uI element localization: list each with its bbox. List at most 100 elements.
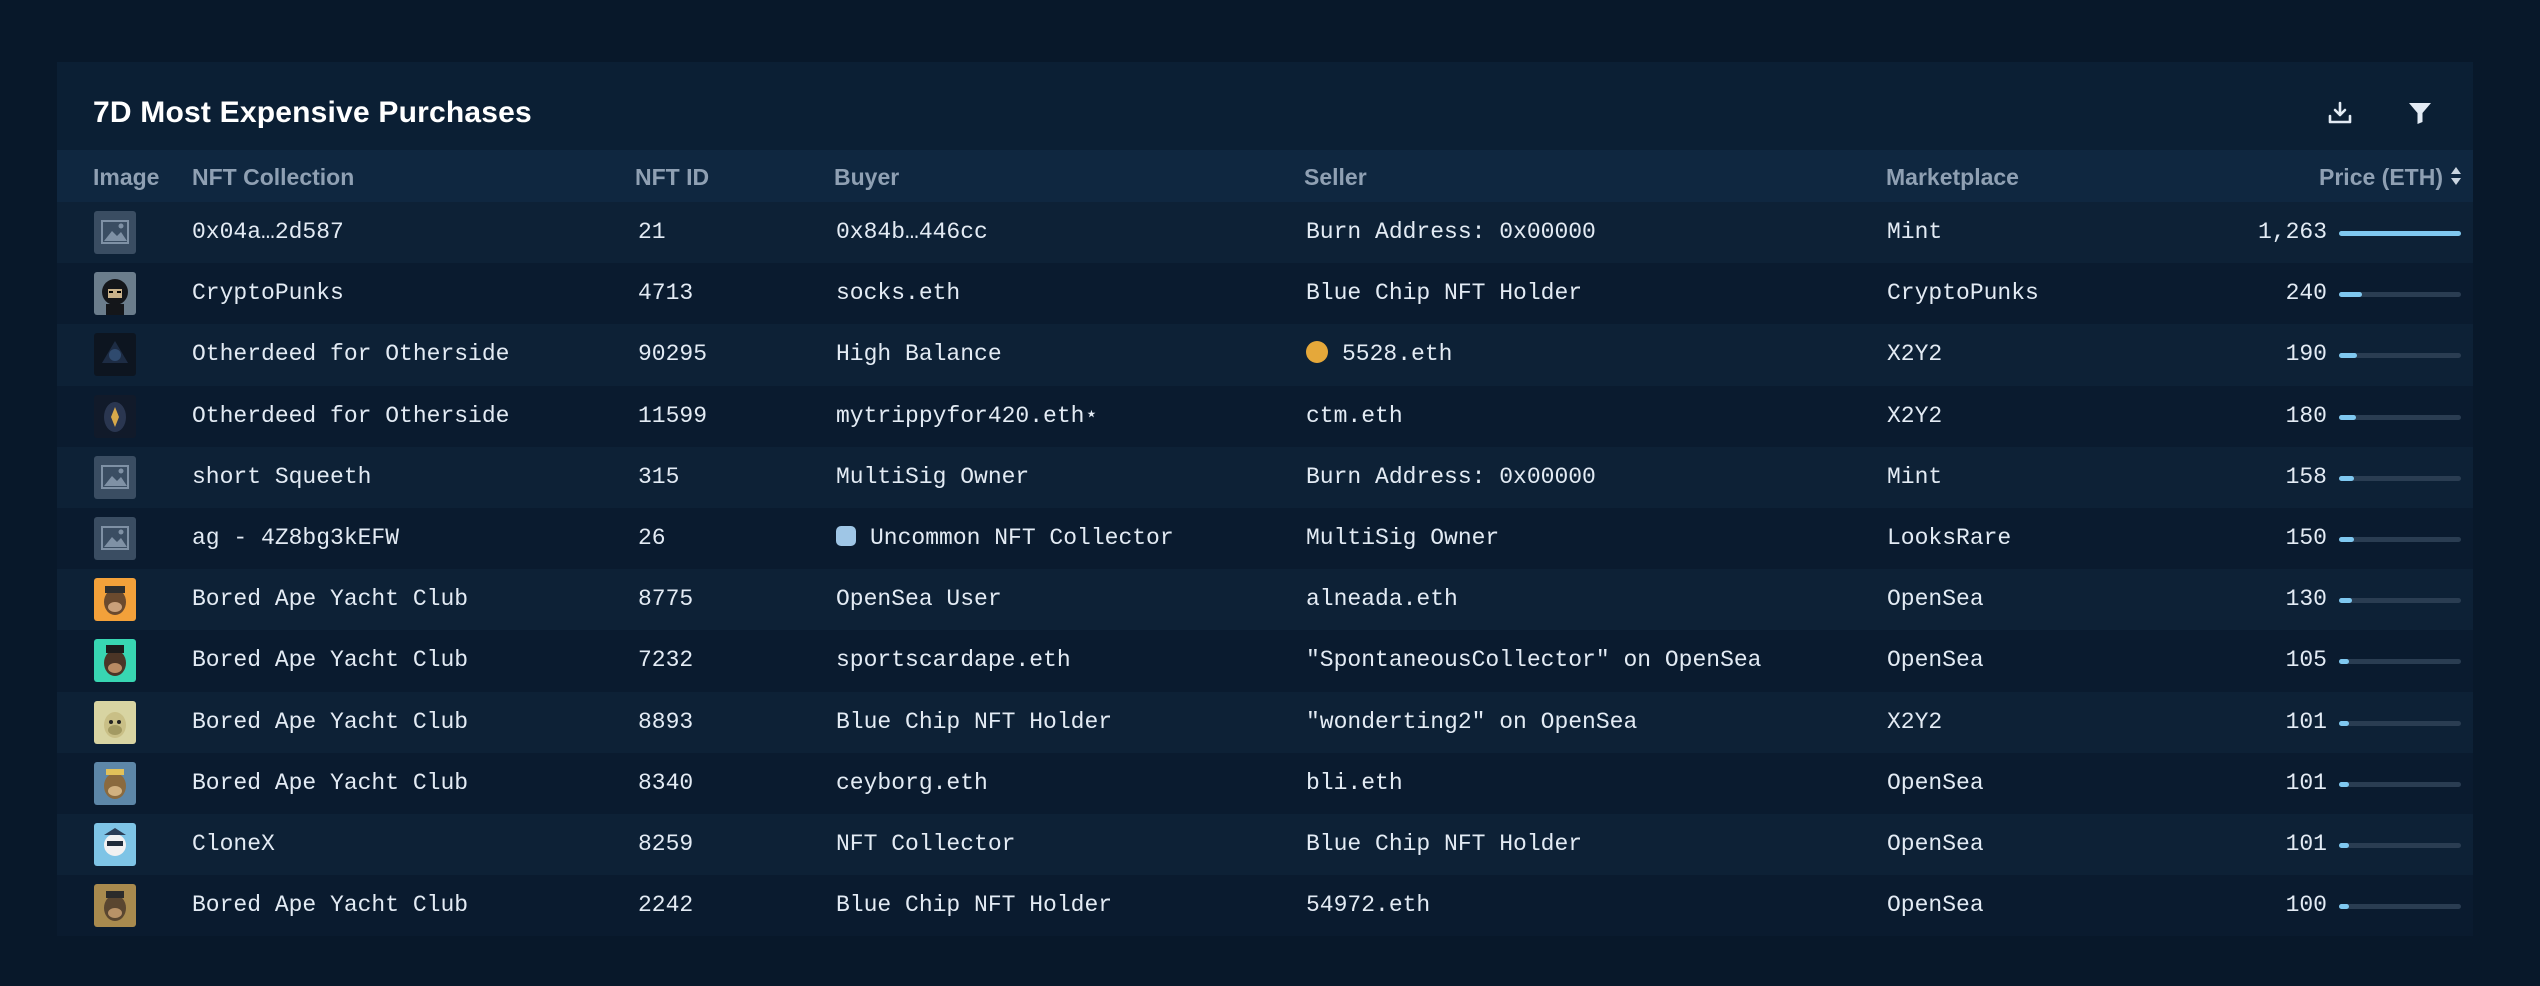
collection-link[interactable]: Bored Ape Yacht Club	[192, 753, 468, 814]
collection-link[interactable]: Bored Ape Yacht Club	[192, 630, 468, 691]
collection-link[interactable]: 0x04a…2d587	[192, 202, 344, 263]
collection-link[interactable]: CryptoPunks	[192, 263, 344, 324]
seller-link[interactable]: bli.eth	[1306, 753, 1403, 814]
price-bar	[2339, 292, 2461, 298]
table-row[interactable]: Bored Ape Yacht Club 8340 ceyborg.eth bl…	[57, 752, 2473, 814]
table-row[interactable]: Bored Ape Yacht Club 8893 Blue Chip NFT …	[57, 691, 2473, 753]
nft-thumbnail[interactable]	[94, 333, 136, 377]
table-row[interactable]: Bored Ape Yacht Club 8775 OpenSea User a…	[57, 569, 2473, 631]
buyer-link[interactable]: Blue Chip NFT Holder	[836, 692, 1112, 753]
column-header-price-label: Price (ETH)	[2319, 164, 2443, 190]
nft-id-link[interactable]: 8340	[638, 753, 693, 814]
nft-thumbnail[interactable]	[94, 700, 136, 744]
seller-link[interactable]: "SpontaneousCollector" on OpenSea	[1306, 630, 1761, 691]
column-header-price[interactable]: Price (ETH)	[2319, 150, 2463, 202]
buyer-link[interactable]: mytrippyfor420.eth⋆	[836, 386, 1098, 447]
price-value: 105	[2285, 647, 2327, 674]
nft-thumbnail[interactable]	[94, 761, 136, 805]
download-icon	[2328, 101, 2352, 124]
buyer-link[interactable]: High Balance	[836, 324, 1002, 385]
nft-id-link[interactable]: 11599	[638, 386, 707, 447]
buyer-link[interactable]: 0x84b…446cc	[836, 202, 988, 263]
nft-id-link[interactable]: 2242	[638, 875, 693, 936]
seller-link[interactable]: Burn Address: 0x00000	[1306, 202, 1596, 263]
table-row[interactable]: Bored Ape Yacht Club 7232 sportscardape.…	[57, 630, 2473, 692]
seller-link[interactable]: "wonderting2" on OpenSea	[1306, 692, 1637, 753]
price-bar-fill	[2339, 781, 2349, 787]
seller-link[interactable]: MultiSig Owner	[1306, 508, 1499, 569]
nft-id-link[interactable]: 8893	[638, 692, 693, 753]
buyer-link[interactable]: MultiSig Owner	[836, 447, 1029, 508]
collection-link[interactable]: CloneX	[192, 814, 275, 875]
collection-link[interactable]: ag - 4Z8bg3kEFW	[192, 508, 399, 569]
price-value: 101	[2285, 830, 2327, 857]
table-row[interactable]: CloneX 8259 NFT Collector Blue Chip NFT …	[57, 813, 2473, 876]
nft-id-link[interactable]: 315	[638, 447, 679, 508]
marketplace-label: OpenSea	[1887, 830, 1984, 857]
buyer-label: socks.eth	[836, 280, 961, 307]
table-row[interactable]: 0x04a…2d587 21 0x84b…446cc Burn Address:…	[57, 202, 2473, 264]
table-row[interactable]: ag - 4Z8bg3kEFW 26 Uncommon NFT Collecto…	[57, 507, 2473, 570]
collection-link[interactable]: Otherdeed for Otherside	[192, 386, 509, 447]
buyer-label: High Balance	[836, 341, 1002, 368]
nft-id-link[interactable]: 21	[638, 202, 666, 263]
seller-link[interactable]: 5528.eth	[1306, 324, 1452, 385]
nft-id-link[interactable]: 8259	[638, 814, 693, 875]
table-row[interactable]: Otherdeed for Otherside 90295 High Balan…	[57, 324, 2473, 386]
nft-thumbnail[interactable]	[94, 516, 136, 560]
table-row[interactable]: short Squeeth 315 MultiSig Owner Burn Ad…	[57, 446, 2473, 508]
column-header-marketplace[interactable]: Marketplace	[1886, 150, 2019, 202]
nft-thumbnail[interactable]	[94, 578, 136, 622]
nft-thumbnail[interactable]	[94, 211, 136, 254]
collector-badge-icon	[836, 525, 856, 546]
buyer-link[interactable]: NFT Collector	[836, 814, 1015, 875]
table-row[interactable]: CryptoPunks 4713 socks.eth Blue Chip NFT…	[57, 263, 2473, 325]
collection-link[interactable]: Bored Ape Yacht Club	[192, 569, 468, 630]
collection-link[interactable]: Otherdeed for Otherside	[192, 324, 509, 385]
nft-thumbnail[interactable]	[94, 455, 136, 499]
filter-button[interactable]	[2397, 90, 2443, 136]
table-row[interactable]: Bored Ape Yacht Club 2242 Blue Chip NFT …	[57, 875, 2473, 937]
table-row[interactable]: Otherdeed for Otherside 11599 mytrippyfo…	[57, 385, 2473, 447]
nft-thumbnail[interactable]	[94, 639, 136, 683]
column-header-buyer[interactable]: Buyer	[834, 150, 899, 202]
buyer-link[interactable]: Blue Chip NFT Holder	[836, 875, 1112, 936]
buyer-link[interactable]: socks.eth	[836, 263, 960, 324]
price-bar-fill	[2339, 475, 2355, 481]
seller-link[interactable]: Blue Chip NFT Holder	[1306, 263, 1582, 324]
emoji-badge-icon	[1306, 341, 1328, 364]
seller-label: MultiSig Owner	[1306, 524, 1500, 551]
collection-link[interactable]: short Squeeth	[192, 447, 371, 508]
nft-id-link[interactable]: 90295	[638, 324, 707, 385]
nft-id-link[interactable]: 4713	[638, 263, 693, 324]
buyer-link[interactable]: ceyborg.eth	[836, 753, 988, 814]
price-value: 240	[2285, 280, 2327, 307]
nft-thumbnail[interactable]	[94, 884, 136, 928]
seller-link[interactable]: ctm.eth	[1306, 386, 1403, 447]
seller-link[interactable]: Burn Address: 0x00000	[1306, 447, 1596, 508]
buyer-link[interactable]: Uncommon NFT Collector	[836, 508, 1174, 569]
price-bar-fill	[2339, 842, 2349, 848]
column-header-collection[interactable]: NFT Collection	[192, 150, 354, 202]
download-button[interactable]	[2317, 90, 2363, 136]
column-header-nft-id[interactable]: NFT ID	[635, 150, 709, 202]
marketplace-label: OpenSea	[1887, 586, 1984, 613]
seller-link[interactable]: Blue Chip NFT Holder	[1306, 814, 1582, 875]
column-header-seller[interactable]: Seller	[1304, 150, 1367, 202]
seller-link[interactable]: alneada.eth	[1306, 569, 1458, 630]
nft-id-link[interactable]: 26	[638, 508, 666, 569]
nft-thumbnail[interactable]	[94, 394, 136, 438]
buyer-link[interactable]: sportscardape.eth	[836, 630, 1071, 691]
price-bar-fill	[2339, 720, 2349, 726]
collection-link[interactable]: Bored Ape Yacht Club	[192, 875, 468, 936]
seller-label: ctm.eth	[1306, 402, 1403, 429]
price-bar	[2339, 598, 2461, 604]
nft-id-link[interactable]: 7232	[638, 630, 693, 691]
collection-link[interactable]: Bored Ape Yacht Club	[192, 692, 468, 753]
seller-link[interactable]: 54972.eth	[1306, 875, 1430, 936]
nft-thumbnail[interactable]	[94, 822, 136, 866]
buyer-link[interactable]: OpenSea User	[836, 569, 1002, 630]
price-value: 190	[2285, 341, 2327, 368]
nft-thumbnail[interactable]	[94, 272, 136, 316]
nft-id-link[interactable]: 8775	[638, 569, 693, 630]
